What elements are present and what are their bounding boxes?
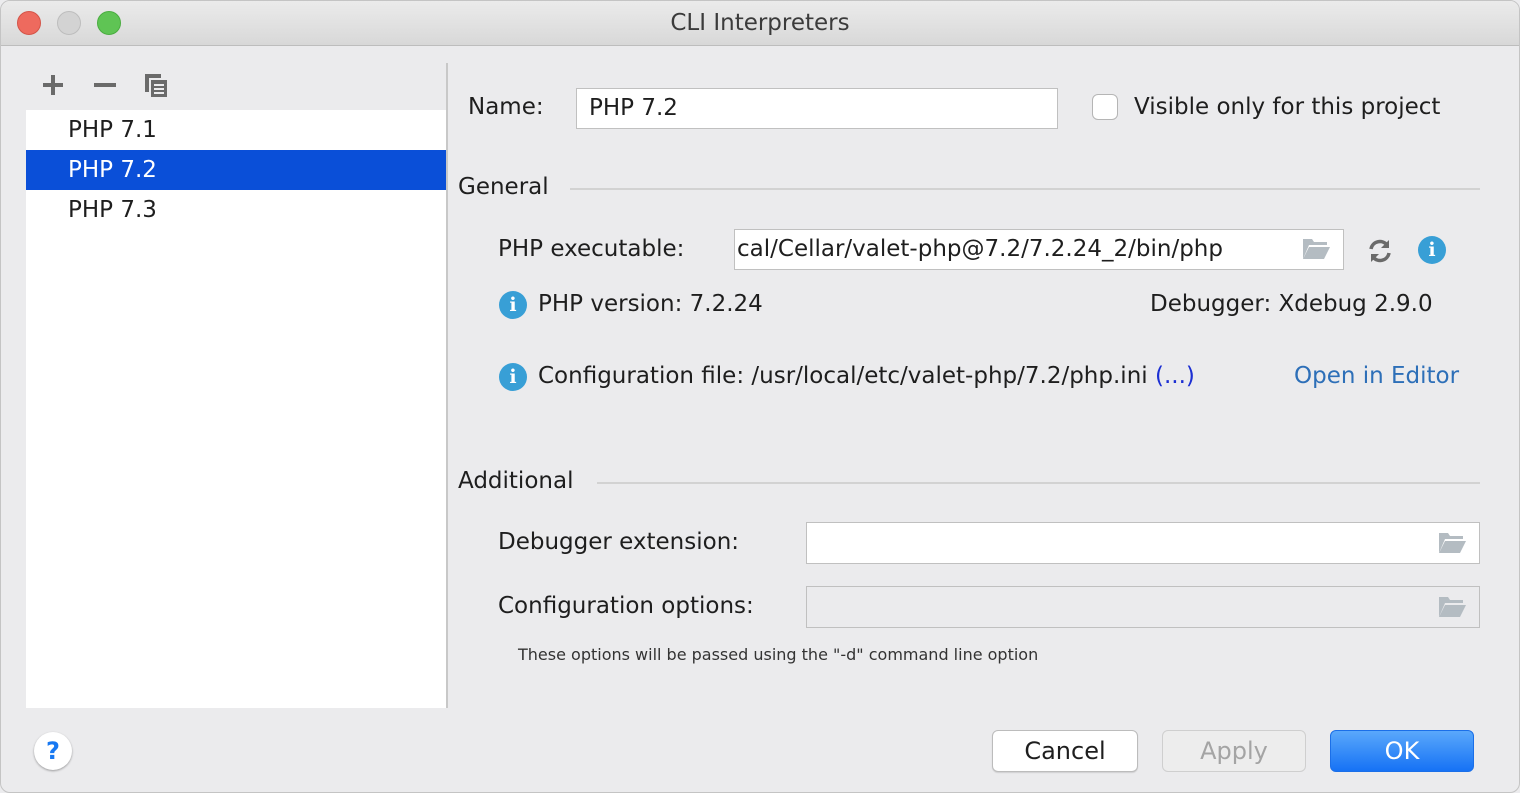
additional-section-title: Additional (458, 468, 574, 494)
interpreter-item-php-7-1[interactable]: PHP 7.1 (26, 110, 446, 150)
minus-icon (94, 83, 116, 87)
config-file-line: Configuration file: /usr/local/etc/valet… (538, 363, 1195, 389)
interpreter-item-php-7-3[interactable]: PHP 7.3 (26, 190, 446, 230)
plus-icon (43, 75, 63, 95)
title-bar: CLI Interpreters (1, 1, 1519, 46)
name-input[interactable]: PHP 7.2 (576, 88, 1058, 129)
php-executable-input[interactable]: cal/Cellar/valet-php@7.2/7.2.24_2/bin/ph… (734, 229, 1344, 270)
php-version-text: PHP version: 7.2.24 (538, 291, 763, 317)
interpreter-list[interactable]: PHP 7.1 PHP 7.2 PHP 7.3 (26, 110, 446, 708)
php-executable-label: PHP executable: (498, 236, 685, 262)
copy-icon (145, 74, 167, 97)
reload-icon[interactable] (1366, 237, 1394, 265)
additional-section-divider (597, 482, 1480, 484)
interpreter-item-php-7-2[interactable]: PHP 7.2 (26, 150, 446, 190)
browse-configuration-options-folder-icon[interactable] (1437, 595, 1467, 619)
help-button[interactable]: ? (34, 732, 72, 770)
general-section-title: General (458, 174, 549, 200)
open-in-editor-link[interactable]: Open in Editor (1294, 363, 1459, 389)
apply-button[interactable]: Apply (1162, 730, 1306, 772)
configuration-options-label: Configuration options: (498, 593, 754, 619)
add-interpreter-button[interactable] (39, 71, 67, 99)
php-executable-value: cal/Cellar/valet-php@7.2/7.2.24_2/bin/ph… (737, 236, 1223, 262)
question-mark-icon: ? (46, 737, 60, 765)
cli-interpreters-dialog: CLI Interpreters PHP 7.1 PHP 7.2 PHP 7.3… (0, 0, 1520, 793)
window-title: CLI Interpreters (670, 10, 850, 36)
panel-splitter[interactable] (446, 63, 448, 708)
configuration-options-input[interactable] (806, 586, 1480, 628)
name-label: Name: (468, 94, 544, 120)
copy-interpreter-button[interactable] (142, 71, 170, 99)
browse-php-executable-folder-icon[interactable] (1301, 237, 1331, 261)
visible-only-label[interactable]: Visible only for this project (1134, 94, 1440, 120)
configuration-options-hint: These options will be passed using the "… (518, 645, 1039, 664)
config-file-text: Configuration file: /usr/local/etc/valet… (538, 363, 1148, 389)
visible-only-checkbox[interactable] (1092, 94, 1118, 120)
config-file-info-icon: i (499, 363, 527, 391)
cancel-button[interactable]: Cancel (992, 730, 1138, 772)
debugger-text: Debugger: Xdebug 2.9.0 (1150, 291, 1433, 317)
php-version-info-icon: i (499, 291, 527, 319)
remove-interpreter-button[interactable] (91, 71, 119, 99)
debugger-extension-input[interactable] (806, 522, 1480, 564)
debugger-extension-label: Debugger extension: (498, 529, 740, 555)
php-info-icon[interactable]: i (1418, 236, 1446, 264)
general-section-divider (570, 188, 1480, 190)
config-more-link[interactable]: (...) (1155, 363, 1195, 389)
browse-debugger-extension-folder-icon[interactable] (1437, 531, 1467, 555)
ok-button[interactable]: OK (1330, 730, 1474, 772)
